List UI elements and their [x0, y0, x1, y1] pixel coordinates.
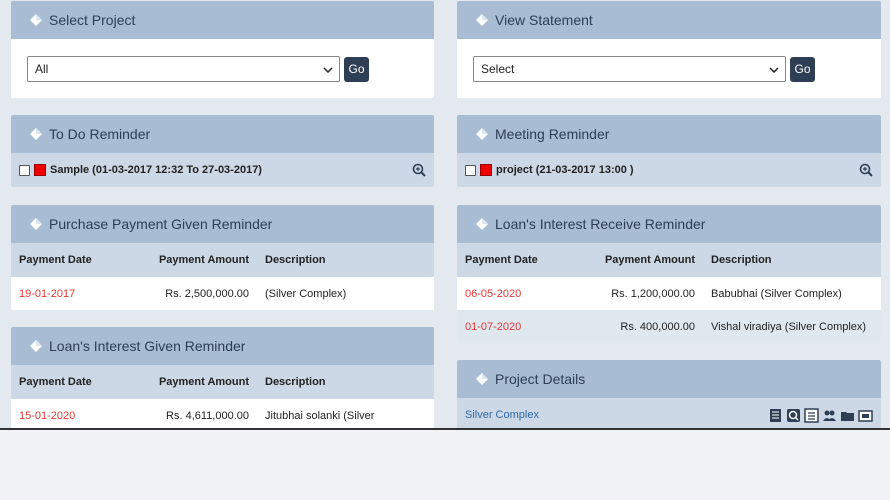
meeting-reminder-panel: Meeting Reminder project (21-03-2017 13:…: [457, 115, 881, 187]
payment-date: 01-07-2020: [465, 320, 522, 333]
list-icon[interactable]: [803, 407, 819, 423]
blank-area: [0, 430, 890, 500]
panel-title: Purchase Payment Given Reminder: [49, 216, 273, 232]
go-button[interactable]: Go: [344, 56, 369, 82]
report-icon[interactable]: [767, 407, 783, 423]
column-header: Payment Date: [19, 254, 92, 266]
loan-given-panel: Loan's Interest Given Reminder Payment D…: [11, 327, 434, 428]
todo-reminder-panel: To Do Reminder Sample (01-03-2017 12:32 …: [11, 115, 434, 187]
folder-icon[interactable]: [839, 407, 855, 423]
panel-title: Meeting Reminder: [495, 126, 610, 142]
statement-select[interactable]: Select: [473, 56, 786, 82]
diamond-icon: [29, 13, 43, 27]
go-button[interactable]: Go: [790, 56, 815, 82]
panel-title: To Do Reminder: [49, 126, 151, 142]
panel-header: Project Details: [457, 360, 881, 398]
table-header: Payment Date Payment Amount Description: [11, 243, 434, 277]
priority-flag-icon: [480, 164, 492, 176]
panel-title: Project Details: [495, 371, 586, 387]
table-header: Payment Date Payment Amount Description: [457, 243, 881, 277]
column-header: Payment Amount: [158, 254, 249, 266]
view-statement-panel: View Statement Select Go: [457, 1, 881, 98]
diamond-icon: [29, 339, 43, 353]
project-actions: [767, 407, 873, 423]
diamond-icon: [29, 217, 43, 231]
panel-title: Select Project: [49, 12, 136, 28]
priority-flag-icon: [34, 164, 46, 176]
table-row: 19-01-2017 Rs. 2,500,000.00 (Silver Comp…: [11, 277, 434, 310]
project-details-panel: Project Details Silver Complex: [457, 360, 881, 428]
table-row: 15-01-2020 Rs. 4,611,000.00 Jitubhai sol…: [11, 399, 434, 428]
panel-header: Purchase Payment Given Reminder: [11, 205, 434, 243]
payment-description: Babubhai (Silver Complex): [711, 287, 842, 300]
payment-description: (Silver Complex): [265, 287, 347, 300]
loan-receive-panel: Loan's Interest Receive Reminder Payment…: [457, 205, 881, 343]
payment-amount: Rs. 400,000.00: [620, 320, 695, 333]
search-report-icon[interactable]: [785, 407, 801, 423]
reminder-checkbox[interactable]: [19, 164, 30, 176]
payment-amount: Rs. 1,200,000.00: [611, 287, 695, 300]
panel-title: View Statement: [495, 12, 593, 28]
select-project-panel: Select Project All Go: [11, 1, 434, 98]
column-header: Description: [265, 254, 326, 266]
zoom-in-icon[interactable]: [859, 163, 873, 177]
diamond-icon: [475, 13, 489, 27]
payment-date: 19-01-2017: [19, 287, 76, 300]
column-header: Payment Amount: [158, 376, 249, 388]
panel-header: Loan's Interest Receive Reminder: [457, 205, 881, 243]
payment-description: Vishal viradiya (Silver Complex): [711, 320, 867, 333]
payment-amount: Rs. 2,500,000.00: [165, 287, 249, 300]
panel-title: Loan's Interest Given Reminder: [49, 338, 246, 354]
dashboard-viewport: Select Project All Go View Statement Sel…: [0, 0, 890, 430]
table-row: 06-05-2020 Rs. 1,200,000.00 Babubhai (Si…: [457, 277, 881, 310]
table-row: 01-07-2020 Rs. 400,000.00 Vishal viradiy…: [457, 310, 881, 343]
card-icon[interactable]: [857, 407, 873, 423]
panel-header: Select Project: [11, 1, 434, 39]
column-header: Payment Amount: [604, 254, 695, 266]
column-header: Payment Date: [465, 254, 538, 266]
chevron-down-icon: [769, 62, 779, 76]
payment-description: Jitubhai solanki (Silver: [265, 409, 375, 422]
project-select[interactable]: All: [27, 56, 340, 82]
table-header: Payment Date Payment Amount Description: [11, 365, 434, 399]
reminder-text: project (21-03-2017 13:00 ): [496, 164, 634, 176]
panel-title: Loan's Interest Receive Reminder: [495, 216, 706, 232]
project-select-value: All: [35, 62, 49, 76]
diamond-icon: [29, 127, 43, 141]
list-item: project (21-03-2017 13:00 ): [457, 153, 881, 187]
list-item: Silver Complex: [457, 398, 881, 428]
panel-header: Loan's Interest Given Reminder: [11, 327, 434, 365]
panel-header: View Statement: [457, 1, 881, 39]
purchase-payment-panel: Purchase Payment Given Reminder Payment …: [11, 205, 434, 310]
list-item: Sample (01-03-2017 12:32 To 27-03-2017): [11, 153, 434, 187]
payment-amount: Rs. 4,611,000.00: [166, 409, 249, 422]
statement-select-value: Select: [481, 62, 515, 76]
panel-header: To Do Reminder: [11, 115, 434, 153]
panel-header: Meeting Reminder: [457, 115, 881, 153]
column-header: Payment Date: [19, 376, 92, 388]
reminder-text: Sample (01-03-2017 12:32 To 27-03-2017): [50, 164, 262, 176]
reminder-checkbox[interactable]: [465, 164, 476, 176]
column-header: Description: [265, 376, 326, 388]
diamond-icon: [475, 127, 489, 141]
project-link[interactable]: Silver Complex: [465, 409, 539, 421]
diamond-icon: [475, 217, 489, 231]
column-header: Description: [711, 254, 772, 266]
users-icon[interactable]: [821, 407, 837, 423]
payment-date: 15-01-2020: [19, 409, 76, 422]
payment-date: 06-05-2020: [465, 287, 522, 300]
chevron-down-icon: [323, 62, 333, 76]
diamond-icon: [475, 372, 489, 386]
zoom-in-icon[interactable]: [412, 163, 426, 177]
